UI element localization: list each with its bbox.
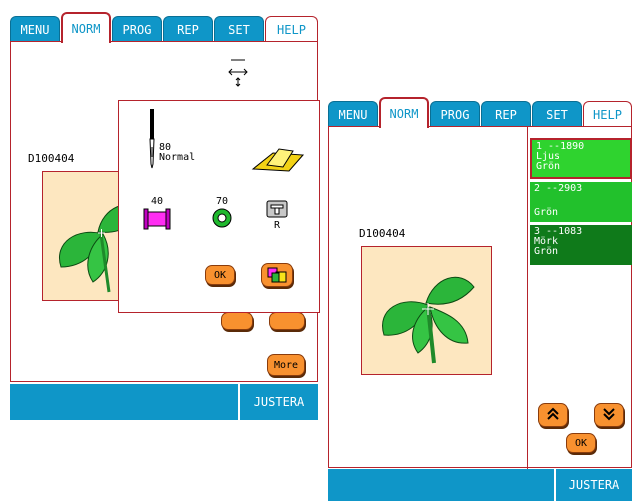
more-button[interactable]: More <box>267 354 305 376</box>
tab-rep[interactable]: REP <box>481 101 531 127</box>
move-arrows-icon[interactable] <box>225 58 251 88</box>
tab-set[interactable]: SET <box>214 16 264 42</box>
thread-item-1[interactable]: 1 --1890 Ljus Grön <box>530 138 632 179</box>
color-blocks-button[interactable] <box>261 263 293 287</box>
presser-foot-icon <box>266 200 288 220</box>
scroll-down-button[interactable] <box>594 403 624 427</box>
embroidery-preview <box>42 171 120 301</box>
needle-icon <box>147 109 157 169</box>
tab-prog[interactable]: PROG <box>112 16 162 42</box>
embroidery-preview <box>361 246 492 375</box>
double-chevron-up-icon <box>545 407 561 424</box>
tab-prog[interactable]: PROG <box>430 101 480 127</box>
bottom-bar: JUSTERA <box>10 384 318 420</box>
thread-color-name: Grön <box>536 161 561 172</box>
fabric-icon <box>249 145 307 175</box>
right-machine-screen: MENU NORM PROG REP SET HELP D100404 1 --… <box>328 97 632 501</box>
double-chevron-down-icon <box>601 407 617 424</box>
tab-help[interactable]: HELP <box>583 101 632 127</box>
tab-menu[interactable]: MENU <box>328 101 378 127</box>
color-blocks-icon <box>266 267 288 283</box>
tab-bar: MENU NORM PROG REP SET HELP <box>328 97 632 128</box>
tab-rep[interactable]: REP <box>163 16 213 42</box>
spool-icon <box>143 208 171 230</box>
justera-button[interactable]: JUSTERA <box>554 469 632 501</box>
thread-number: 2 --2903 <box>534 183 583 194</box>
ok-button[interactable]: OK <box>566 433 596 453</box>
hidden-button-2[interactable] <box>269 312 305 330</box>
presser-foot-label: R <box>274 220 281 231</box>
bobbin-weight: 40 <box>151 196 164 207</box>
main-screen: D100404 1 --1890 Ljus Grön 2 --2903 Grön… <box>328 126 632 469</box>
tab-help[interactable]: HELP <box>265 16 318 42</box>
ok-button[interactable]: OK <box>205 265 235 285</box>
tab-norm[interactable]: NORM <box>61 12 111 43</box>
thread-shade <box>534 194 628 204</box>
tab-bar: MENU NORM PROG REP SET HELP <box>10 12 318 43</box>
tab-norm[interactable]: NORM <box>379 97 429 128</box>
design-name: D100404 <box>28 152 75 165</box>
bobbin-icon <box>211 207 233 229</box>
hidden-button-1[interactable] <box>221 312 253 330</box>
design-name: D100404 <box>359 227 406 240</box>
justera-button[interactable]: JUSTERA <box>238 384 318 420</box>
thread-color-name: Grön <box>534 246 559 257</box>
thread-item-2[interactable]: 2 --2903 Grön <box>530 182 632 222</box>
thread-color-name: Grön <box>534 207 559 218</box>
bottom-bar: JUSTERA <box>328 469 632 501</box>
settings-popup: 80 Normal 40 70 R OK <box>118 100 320 313</box>
scroll-up-button[interactable] <box>538 403 568 427</box>
thread-color-list: 1 --1890 Ljus Grön 2 --2903 Grön 3 --108… <box>527 127 632 469</box>
needle-type: Normal <box>159 152 196 163</box>
spool-weight: 70 <box>216 196 229 207</box>
tab-menu[interactable]: MENU <box>10 16 60 42</box>
tab-set[interactable]: SET <box>532 101 582 127</box>
thread-item-3[interactable]: 3 --1083 Mörk Grön <box>530 225 632 265</box>
